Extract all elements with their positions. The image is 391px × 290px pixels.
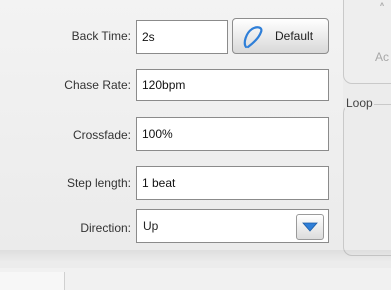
step-length-input[interactable]: 1 beat [136,166,329,200]
default-button[interactable]: Default [232,18,329,54]
crossfade-input[interactable]: 100% [136,117,329,151]
default-button-label: Default [275,29,314,43]
loop-group-title: Loop [345,96,374,110]
chase-rate-input[interactable]: 120bpm [136,69,329,101]
bottom-tab[interactable] [0,272,65,290]
back-time-label: Back Time: [71,29,131,43]
side-group-partial-label: Ac [375,50,390,64]
direction-select[interactable]: Up [136,209,329,243]
crossfade-label: Crossfade: [72,128,131,142]
chevron-down-icon [302,222,318,232]
swirl-icon [243,26,263,49]
direction-label: Direction: [80,221,131,235]
chase-rate-label: Chase Rate: [64,78,131,92]
direction-value: Up [143,219,159,233]
direction-dropdown-button[interactable] [296,214,324,240]
panel-bottom-shadow [0,250,391,262]
side-group-box [343,0,391,84]
step-length-label: Step length: [66,176,131,190]
side-group-clipped-label: A [378,0,386,6]
loop-group-box [343,104,391,256]
back-time-input[interactable]: 2s [136,20,228,54]
